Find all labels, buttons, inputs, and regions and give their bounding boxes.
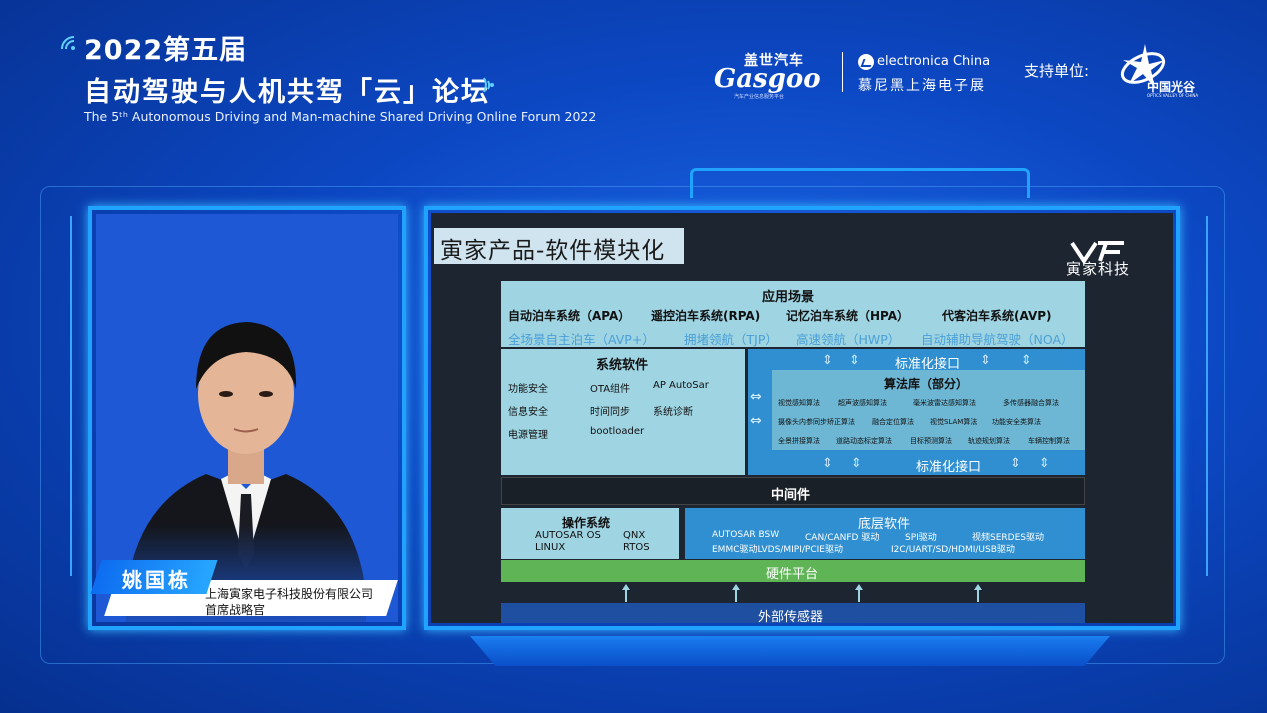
speaker-name: 姚国栋 — [122, 568, 191, 592]
electronica-cn: 慕尼黑上海电子展 — [858, 78, 986, 94]
app-item-future: 全场景自主泊车（AVP+） — [508, 332, 655, 347]
algorithm-item: 毫米波雷达感知算法 — [913, 399, 976, 407]
forum-title-line2: 自动驾驶与人机共驾「云」论坛 — [84, 77, 490, 108]
system-item: AP AutoSar — [653, 380, 709, 391]
decor-line-left — [70, 216, 78, 576]
system-item: bootloader — [590, 426, 645, 437]
app-item: 自动泊车系统（APA） — [508, 309, 631, 323]
algorithm-item: 摄像头内参同步矫正算法 — [778, 418, 855, 426]
bidirectional-arrow-icon: ⇔ — [750, 413, 762, 429]
forum-subtitle: The 5ᵗʰ Autonomous Driving and Man-machi… — [84, 109, 597, 124]
slide-title: 寅家产品-软件模块化 — [440, 238, 666, 264]
hardware-label: 硬件平台 — [766, 567, 819, 582]
system-item: 电源管理 — [508, 430, 548, 441]
algorithm-item: 融合定位算法 — [872, 418, 914, 426]
bidirectional-arrow-icon: ⇔ — [750, 389, 762, 405]
updown-arrows-icon: ⇕⇕ — [822, 456, 880, 471]
os-item: AUTOSAR OS — [535, 530, 601, 541]
up-arrow-icon — [974, 584, 982, 602]
algorithm-item: 车辆控制算法 — [1028, 437, 1070, 445]
middleware-label: 中间件 — [771, 488, 811, 503]
gasgoo-tagline: 汽车产业信息服务平台 — [734, 94, 785, 100]
signal-icon — [483, 77, 494, 93]
logo-divider — [842, 52, 843, 92]
os-header: 操作系统 — [562, 516, 611, 530]
support-label: 支持单位: — [1024, 62, 1090, 80]
algorithm-item: 轨迹规划算法 — [968, 437, 1010, 445]
forum-title-line1: 2022第五届 — [84, 35, 248, 66]
electronica-logo: electronica China 慕尼黑上海电子展 — [858, 51, 991, 94]
algorithm-item: 全景拼接算法 — [778, 437, 820, 445]
gasgoo-logo: 盖世汽车 Gasgoo 汽车产业信息服务平台 — [714, 50, 832, 102]
electronica-icon — [858, 53, 874, 70]
algorithm-item: 功能安全类算法 — [992, 418, 1041, 426]
up-arrow-icon — [622, 584, 630, 602]
os-item: LINUX — [535, 542, 566, 553]
gasgoo-en: Gasgoo — [714, 64, 821, 94]
decor-bottom-bar — [470, 636, 1110, 666]
algorithm-item: 视觉感知算法 — [778, 399, 820, 407]
app-item: 记忆泊车系统（HPA） — [786, 309, 910, 323]
system-item: 信息安全 — [508, 407, 548, 418]
lowlevel-item: I2C/UART/SD/HDMI/USB驱动 — [891, 545, 1015, 555]
speaker-company: 上海寅家电子科技股份有限公司 — [205, 587, 374, 601]
algorithm-item: 道路动态标定算法 — [836, 437, 892, 445]
lowlevel-item: EMMC驱动LVDS/MIPI/PCIE驱动 — [712, 545, 843, 555]
app-header: 应用场景 — [762, 290, 815, 305]
electronica-en: electronica China — [877, 54, 991, 69]
system-item: 功能安全 — [508, 384, 548, 395]
system-item: 系统诊断 — [653, 407, 693, 418]
updown-arrows-icon: ⇕⇕ — [980, 353, 1062, 368]
yinjia-logo-text: 寅家科技 — [1066, 260, 1131, 278]
app-item: 遥控泊车系统(RPA) — [651, 309, 761, 323]
algorithm-item: 超声波感知算法 — [838, 399, 887, 407]
algorithm-item: 目标预测算法 — [910, 437, 952, 445]
app-item-future: 自动辅助导航驾驶（NOA） — [921, 332, 1074, 347]
decor-top-bracket — [690, 168, 1030, 198]
algorithm-item: 多传感器融合算法 — [1003, 399, 1059, 407]
updown-arrows-icon: ⇕⇕ — [1010, 456, 1068, 471]
updown-arrows-icon: ⇕ ⇕ — [822, 353, 866, 368]
system-item: OTA组件 — [590, 384, 631, 395]
app-item-future: 高速领航（HWP） — [796, 332, 901, 347]
up-arrow-icon — [855, 584, 863, 602]
decor-line-right — [1200, 216, 1208, 576]
up-arrow-icon — [732, 584, 740, 602]
os-item: RTOS — [623, 542, 650, 553]
speaker-role: 首席战略官 — [205, 603, 266, 617]
optics-valley-en: OPTICS VALLEY OF CHINA — [1147, 93, 1199, 98]
lowlevel-item: AUTOSAR BSW — [712, 530, 780, 540]
system-header: 系统软件 — [596, 358, 649, 373]
os-item: QNX — [623, 530, 646, 541]
system-item: 时间同步 — [590, 407, 630, 418]
signal-icon — [61, 36, 75, 50]
algorithm-item: 视觉SLAM算法 — [930, 418, 978, 426]
interface-bottom-label: 标准化接口 — [916, 460, 982, 475]
optics-valley-logo: 中国光谷 OPTICS VALLEY OF CHINA — [1115, 40, 1210, 100]
app-item-future: 拥堵领航（TJP） — [684, 332, 778, 347]
sensors-label: 外部传感器 — [758, 610, 824, 625]
algorithm-header: 算法库（部分） — [884, 377, 969, 391]
app-item: 代客泊车系统(AVP) — [942, 309, 1052, 323]
